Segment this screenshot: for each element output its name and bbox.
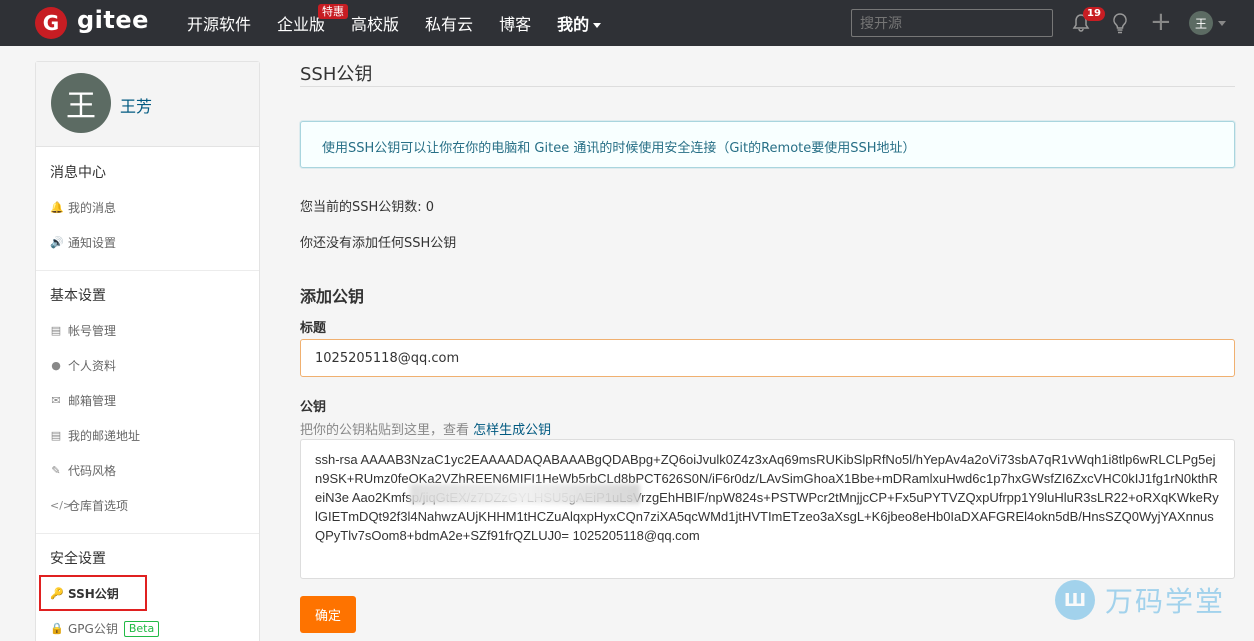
nav-open-source[interactable]: 开源软件	[187, 11, 251, 35]
nav-university[interactable]: 高校版	[351, 11, 399, 35]
title-label: 标题	[300, 321, 327, 336]
public-key-textarea[interactable]: ssh-rsa AAAAB3NzaC1yc2EAAAADAQABAAABgQDA…	[300, 439, 1235, 579]
nav-blog[interactable]: 博客	[499, 11, 531, 35]
notification-count-badge: 19	[1083, 7, 1105, 21]
watermark-logo-icon: Ш	[1055, 580, 1095, 620]
id-card-icon: ▤	[50, 429, 62, 442]
top-navbar: G gitee 开源软件 企业版 高校版 私有云 博客 我的 特惠 19 + 王	[0, 0, 1254, 46]
divider	[36, 533, 259, 534]
main-nav: 开源软件 企业版 高校版 私有云 博客 我的	[187, 0, 627, 46]
nav-mine[interactable]: 我的	[557, 11, 602, 35]
search-input[interactable]	[851, 9, 1053, 37]
empty-state-text: 你还没有添加任何SSH公钥	[300, 236, 457, 251]
sidebar-item-code-style[interactable]: ✎ 代码风格	[50, 462, 116, 479]
brush-icon: ✎	[51, 464, 61, 477]
speaker-icon: 🔊	[50, 236, 64, 249]
add-key-heading: 添加公钥	[300, 287, 365, 306]
id-card-icon: ▤	[50, 324, 62, 337]
lightbulb-icon[interactable]	[1111, 12, 1129, 34]
how-to-generate-key-link[interactable]: 怎样生成公钥	[473, 423, 551, 438]
info-message: 使用SSH公钥可以让你在你的电脑和 Gitee 通讯的时候使用安全连接（Git的…	[300, 121, 1235, 168]
key-hint-text: 把你的公钥粘贴到这里，查看	[300, 423, 474, 438]
key-hint: 把你的公钥粘贴到这里，查看 怎样生成公钥	[300, 419, 551, 438]
user-icon: ●	[51, 359, 61, 372]
avatar[interactable]: 王	[51, 73, 111, 133]
sidebar-item-label: 代码风格	[68, 464, 117, 478]
sidebar-item-label: 我的消息	[68, 201, 117, 215]
gitee-logo-text[interactable]: gitee	[77, 6, 149, 34]
section-title-security: 安全设置	[50, 551, 106, 567]
key-label: 公钥	[300, 400, 327, 415]
username-link[interactable]: 王芳	[120, 93, 152, 117]
submit-button[interactable]: 确定	[300, 596, 356, 633]
code-icon: </>	[50, 499, 73, 512]
sidebar-item-postal-address[interactable]: ▤ 我的邮递地址	[50, 427, 140, 444]
chevron-down-icon[interactable]	[1218, 21, 1226, 26]
settings-sidebar: 王 王芳 消息中心 🔔 我的消息 🔊 通知设置 基本设置 ▤ 帐号管理 ● 个人资料 ✉…	[35, 61, 260, 641]
user-profile-box: 王 王芳	[36, 62, 259, 147]
sidebar-item-repo-preferences[interactable]: </> 仓库首选项	[50, 497, 128, 514]
sidebar-item-gpg-keys[interactable]: 🔒 GPG公钥 Beta	[50, 620, 160, 637]
redacted-region	[410, 484, 640, 504]
divider	[36, 270, 259, 271]
sidebar-item-label: 个人资料	[68, 359, 117, 373]
plus-icon[interactable]: +	[1150, 8, 1172, 36]
user-avatar[interactable]: 王	[1189, 11, 1213, 35]
sidebar-item-profile[interactable]: ● 个人资料	[50, 357, 116, 374]
sidebar-item-label: 通知设置	[68, 236, 117, 250]
highlight-box	[39, 575, 147, 611]
divider	[300, 86, 1235, 87]
sidebar-item-my-messages[interactable]: 🔔 我的消息	[50, 199, 116, 216]
title-field[interactable]	[300, 339, 1235, 377]
ssh-key-count: 您当前的SSH公钥数: 0	[300, 200, 435, 215]
sidebar-item-label: GPG公钥	[68, 622, 118, 636]
page-title: SSH公钥	[300, 64, 373, 85]
promo-badge: 特惠	[318, 4, 348, 19]
nav-private-cloud[interactable]: 私有云	[425, 11, 473, 35]
chevron-down-icon	[593, 23, 602, 28]
sidebar-item-label: 帐号管理	[68, 324, 117, 338]
sidebar-item-label: 我的邮递地址	[68, 429, 141, 443]
section-title-basic: 基本设置	[50, 288, 106, 304]
lock-icon: 🔒	[50, 622, 64, 635]
sidebar-item-account[interactable]: ▤ 帐号管理	[50, 322, 116, 339]
gitee-logo-icon[interactable]: G	[35, 7, 67, 39]
beta-badge: Beta	[123, 620, 160, 637]
section-title-messages: 消息中心	[50, 165, 106, 181]
watermark-text: 万码学堂	[1105, 585, 1226, 618]
sidebar-item-email[interactable]: ✉ 邮箱管理	[50, 392, 116, 409]
nav-mine-label: 我的	[557, 15, 590, 34]
sidebar-item-notification-settings[interactable]: 🔊 通知设置	[50, 234, 116, 251]
bell-icon: 🔔	[50, 201, 64, 214]
watermark: Ш 万码学堂	[1055, 580, 1225, 620]
envelope-icon: ✉	[51, 394, 61, 407]
sidebar-item-label: 邮箱管理	[68, 394, 117, 408]
sidebar-item-label: 仓库首选项	[68, 499, 129, 513]
